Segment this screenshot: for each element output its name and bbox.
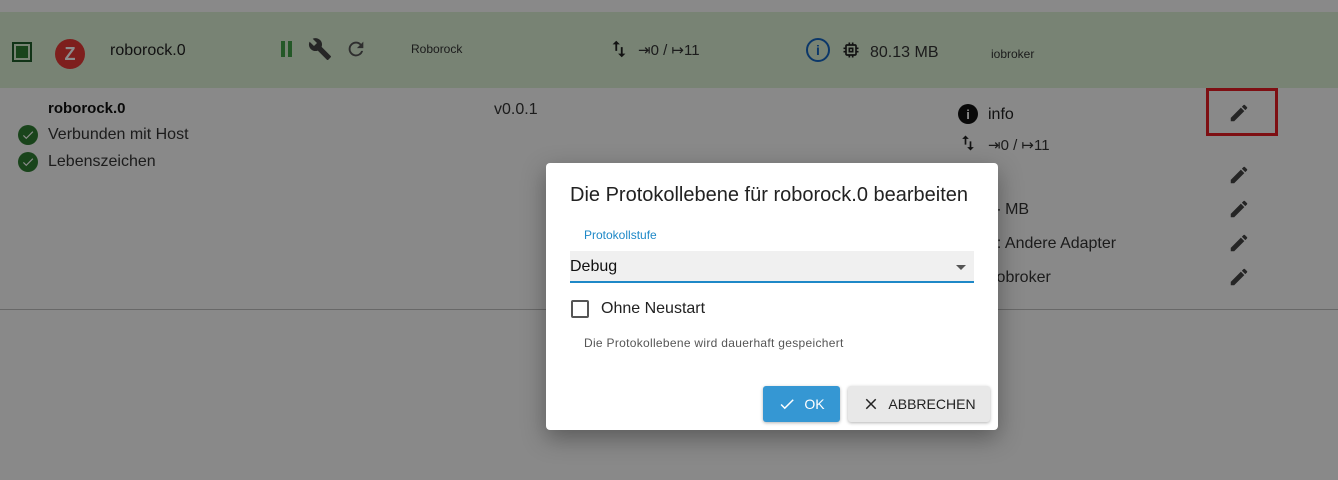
no-restart-label[interactable]: Ohne Neustart <box>601 300 705 318</box>
dialog-hint: Die Protokollebene wird dauerhaft gespei… <box>584 336 844 350</box>
log-level-select[interactable]: Debug <box>570 251 974 283</box>
dialog-title: Die Protokollebene für roborock.0 bearbe… <box>570 184 969 206</box>
check-icon <box>780 399 795 410</box>
no-restart-checkbox[interactable] <box>571 300 589 318</box>
log-level-dialog: Die Protokollebene für roborock.0 bearbe… <box>546 163 998 430</box>
log-level-label: Protokollstufe <box>584 228 657 242</box>
ok-label: OK <box>804 396 825 412</box>
log-level-value: Debug <box>570 258 618 275</box>
cancel-label: Abbrechen <box>888 396 976 412</box>
ok-button[interactable]: OK <box>763 386 840 422</box>
cancel-button[interactable]: Abbrechen <box>848 386 990 422</box>
dropdown-arrow-icon <box>956 265 966 270</box>
close-icon <box>866 398 877 410</box>
